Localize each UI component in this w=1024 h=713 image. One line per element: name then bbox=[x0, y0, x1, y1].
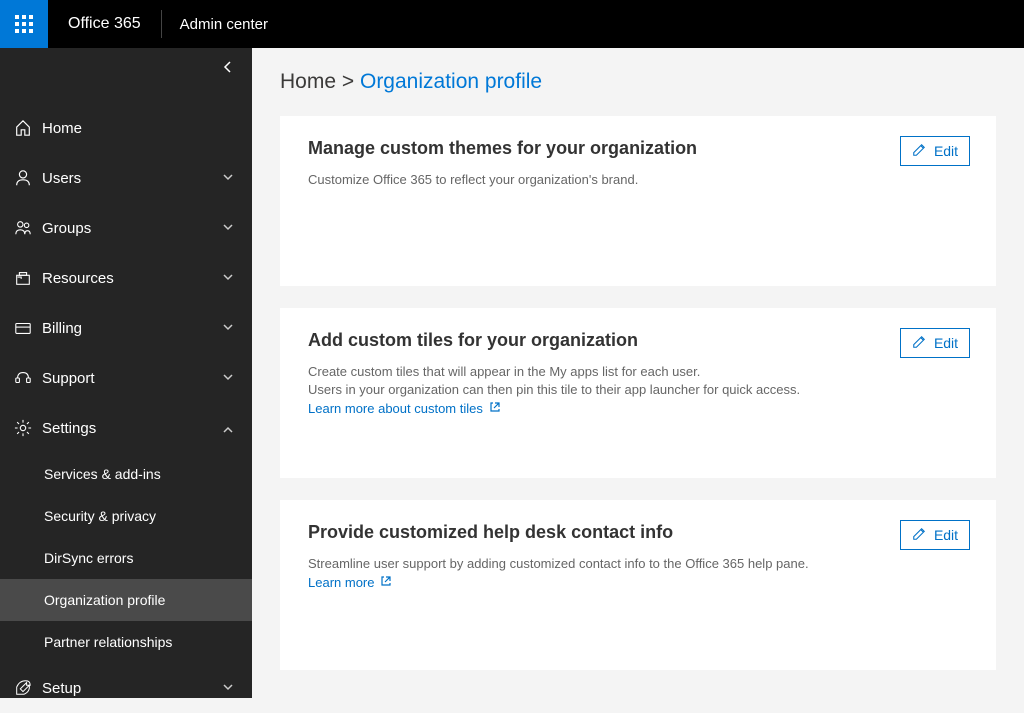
gear-icon bbox=[14, 419, 42, 437]
card-helpdesk: Provide customized help desk contact inf… bbox=[280, 500, 996, 670]
card-title: Add custom tiles for your organization bbox=[308, 330, 968, 351]
sidebar-item-label: Users bbox=[42, 170, 222, 187]
chevron-down-icon bbox=[222, 220, 234, 237]
support-icon bbox=[14, 369, 42, 387]
sidebar-item-billing[interactable]: Billing bbox=[0, 303, 252, 353]
collapse-sidebar-icon[interactable] bbox=[222, 60, 234, 78]
home-icon bbox=[14, 119, 42, 137]
breadcrumb-current: Organization profile bbox=[360, 70, 542, 93]
sub-label: Partner relationships bbox=[44, 634, 172, 650]
sidebar-subitem-services[interactable]: Services & add-ins bbox=[0, 453, 252, 495]
sidebar-item-label: Groups bbox=[42, 220, 222, 237]
card-title: Provide customized help desk contact inf… bbox=[308, 522, 968, 543]
chevron-up-icon bbox=[222, 420, 234, 437]
sidebar-item-label: Support bbox=[42, 370, 222, 387]
card-tiles: Add custom tiles for your organization C… bbox=[280, 308, 996, 478]
groups-icon bbox=[14, 219, 42, 237]
users-icon bbox=[14, 169, 42, 187]
pencil-icon bbox=[912, 527, 926, 544]
nav: Home Users Groups Resources Billing Supp… bbox=[0, 48, 252, 713]
edit-label: Edit bbox=[934, 335, 958, 351]
sidebar-item-users[interactable]: Users bbox=[0, 153, 252, 203]
sub-label: DirSync errors bbox=[44, 550, 133, 566]
app-launcher-icon[interactable] bbox=[0, 0, 48, 48]
breadcrumb-root[interactable]: Home bbox=[280, 70, 336, 93]
edit-button[interactable]: Edit bbox=[900, 136, 970, 166]
sidebar-item-label: Resources bbox=[42, 270, 222, 287]
sidebar-item-home[interactable]: Home bbox=[0, 103, 252, 153]
sidebar: Home Users Groups Resources Billing Supp… bbox=[0, 48, 252, 698]
breadcrumb-sep: > bbox=[342, 70, 354, 93]
sidebar-subitem-security[interactable]: Security & privacy bbox=[0, 495, 252, 537]
card-desc: Create custom tiles that will appear in … bbox=[308, 363, 968, 381]
pencil-icon bbox=[912, 143, 926, 160]
sub-label: Security & privacy bbox=[44, 508, 156, 524]
edit-button[interactable]: Edit bbox=[900, 520, 970, 550]
sidebar-item-support[interactable]: Support bbox=[0, 353, 252, 403]
chevron-down-icon bbox=[222, 270, 234, 287]
link-label: Learn more about custom tiles bbox=[308, 401, 483, 416]
card-desc: Customize Office 365 to reflect your org… bbox=[308, 171, 968, 189]
sidebar-item-label: Setup bbox=[42, 680, 222, 697]
card-themes: Manage custom themes for your organizati… bbox=[280, 116, 996, 286]
card-desc: Users in your organization can then pin … bbox=[308, 381, 968, 399]
sidebar-item-groups[interactable]: Groups bbox=[0, 203, 252, 253]
learn-more-link[interactable]: Learn more bbox=[308, 575, 392, 590]
billing-icon bbox=[14, 319, 42, 337]
sub-label: Services & add-ins bbox=[44, 466, 161, 482]
edit-label: Edit bbox=[934, 527, 958, 543]
sidebar-item-label: Billing bbox=[42, 320, 222, 337]
sidebar-item-setup[interactable]: Setup bbox=[0, 663, 252, 713]
sidebar-item-settings[interactable]: Settings bbox=[0, 403, 252, 453]
card-desc: Streamline user support by adding custom… bbox=[308, 555, 968, 573]
edit-button[interactable]: Edit bbox=[900, 328, 970, 358]
breadcrumb: Home > Organization profile bbox=[280, 70, 996, 94]
external-link-icon bbox=[489, 401, 501, 416]
resources-icon bbox=[14, 269, 42, 287]
top-bar: Office 365 Admin center bbox=[0, 0, 1024, 48]
learn-more-link[interactable]: Learn more about custom tiles bbox=[308, 401, 501, 416]
setup-icon bbox=[14, 679, 42, 697]
brand-title: Office 365 bbox=[48, 15, 161, 33]
chevron-down-icon bbox=[222, 680, 234, 697]
external-link-icon bbox=[380, 575, 392, 590]
sidebar-item-label: Home bbox=[42, 120, 234, 137]
link-label: Learn more bbox=[308, 575, 374, 590]
chevron-down-icon bbox=[222, 320, 234, 337]
sidebar-subitem-org-profile[interactable]: Organization profile bbox=[0, 579, 252, 621]
sidebar-item-resources[interactable]: Resources bbox=[0, 253, 252, 303]
admin-center-title: Admin center bbox=[162, 16, 286, 33]
pencil-icon bbox=[912, 335, 926, 352]
sidebar-subitem-partner[interactable]: Partner relationships bbox=[0, 621, 252, 663]
card-title: Manage custom themes for your organizati… bbox=[308, 138, 968, 159]
edit-label: Edit bbox=[934, 143, 958, 159]
sub-label: Organization profile bbox=[44, 592, 165, 608]
sidebar-item-label: Settings bbox=[42, 420, 222, 437]
chevron-down-icon bbox=[222, 170, 234, 187]
main-content: Home > Organization profile Manage custo… bbox=[252, 48, 1024, 698]
sidebar-subitem-dirsync[interactable]: DirSync errors bbox=[0, 537, 252, 579]
chevron-down-icon bbox=[222, 370, 234, 387]
